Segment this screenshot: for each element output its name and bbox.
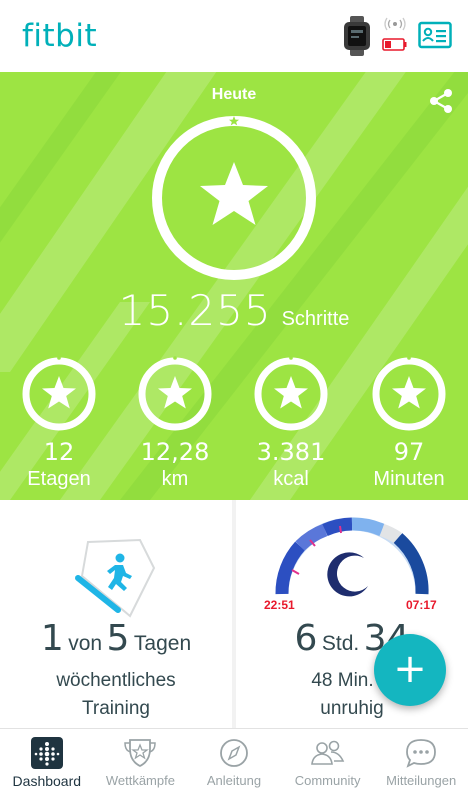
exercise-goal: 5 [106, 618, 130, 659]
day-title: Heute [211, 86, 257, 103]
steps-goal-ring[interactable] [150, 114, 318, 282]
exercise-days: Tagen [133, 632, 192, 655]
exercise-line3: Training [82, 698, 150, 719]
stat-calories[interactable]: 3.381 kcal [236, 356, 346, 491]
share-icon[interactable] [426, 86, 456, 116]
stat-value: 12 [43, 438, 75, 466]
tab-challenges[interactable]: Wettkämpfe [94, 729, 188, 800]
fitbit-logo: fitbit [22, 18, 98, 54]
battery-status [380, 16, 410, 56]
tab-guidance[interactable]: Anleitung [187, 729, 281, 800]
nav-label: Dashboard [12, 773, 82, 789]
stat-label: kcal [273, 468, 309, 490]
compass-icon [220, 739, 248, 767]
chat-bubble-icon [406, 739, 437, 768]
tab-dashboard[interactable]: Dashboard [0, 729, 94, 800]
nav-label: Anleitung [206, 773, 262, 788]
stat-distance[interactable]: 12,28 km [120, 356, 230, 491]
star-icon [158, 376, 192, 409]
stat-value: 97 [393, 438, 425, 466]
add-button[interactable]: + [374, 634, 446, 706]
stat-value: 3.381 [256, 438, 326, 466]
sleep-end-time: 07:17 [406, 598, 437, 612]
stat-floors[interactable]: 12 Etagen [4, 356, 114, 491]
tab-notifications[interactable]: Mitteilungen [374, 729, 468, 800]
stat-value: 12,28 [140, 438, 210, 466]
steps-value: 15.255 [118, 286, 272, 335]
steps-unit: Schritte [281, 308, 350, 330]
stat-label: Minuten [373, 468, 445, 490]
nav-label: Mitteilungen [386, 773, 457, 788]
runner-icon [107, 553, 132, 591]
sleep-line3: unruhig [320, 698, 384, 719]
profile-card-icon[interactable] [418, 20, 452, 50]
community-icon [310, 740, 344, 765]
add-label: + [393, 646, 427, 692]
steps-count: 15.255 Schritte [0, 286, 468, 335]
today-summary[interactable]: Heute 15.255 Schritte 12 Etagen 12,28 km [0, 72, 468, 500]
nav-label: Community [294, 773, 361, 788]
trophy-icon [124, 739, 157, 768]
exercise-of: von [68, 632, 103, 655]
exercise-card[interactable]: 1 von 5 Tagen wöchentliches Training [0, 500, 232, 728]
minutes-goal-ring [372, 356, 446, 431]
exercise-line2: wöchentliches [56, 670, 176, 691]
exercise-progress: 1 von 5 Tagen [0, 618, 232, 659]
sleep-arc [275, 517, 429, 597]
exercise-count: 1 [40, 618, 64, 659]
sleep-hours: 6 [294, 618, 318, 659]
smartwatch-icon[interactable] [340, 16, 376, 56]
calories-goal-ring [254, 356, 328, 431]
nav-label: Wettkämpfe [105, 773, 175, 788]
stat-label: km [161, 468, 189, 490]
tab-community[interactable]: Community [281, 729, 375, 800]
bottom-nav: Dashboard Wettkämpfe Anleitung Community [0, 728, 468, 800]
dashboard-icon [30, 737, 63, 769]
distance-goal-ring [138, 356, 212, 431]
moon-icon [327, 552, 368, 597]
star-icon [42, 376, 76, 409]
star-icon [200, 162, 268, 225]
star-icon [392, 376, 426, 409]
stat-active-minutes[interactable]: 97 Minuten [354, 356, 464, 491]
floors-goal-ring [22, 356, 96, 431]
star-icon [274, 376, 308, 409]
stat-label: Etagen [27, 468, 91, 490]
app-header: fitbit [0, 0, 468, 72]
sleep-start-time: 22:51 [264, 598, 295, 612]
exercise-pentagon-icon [75, 538, 156, 618]
battery-low-icon [382, 17, 407, 51]
sleep-hours-unit: Std. [321, 632, 360, 655]
